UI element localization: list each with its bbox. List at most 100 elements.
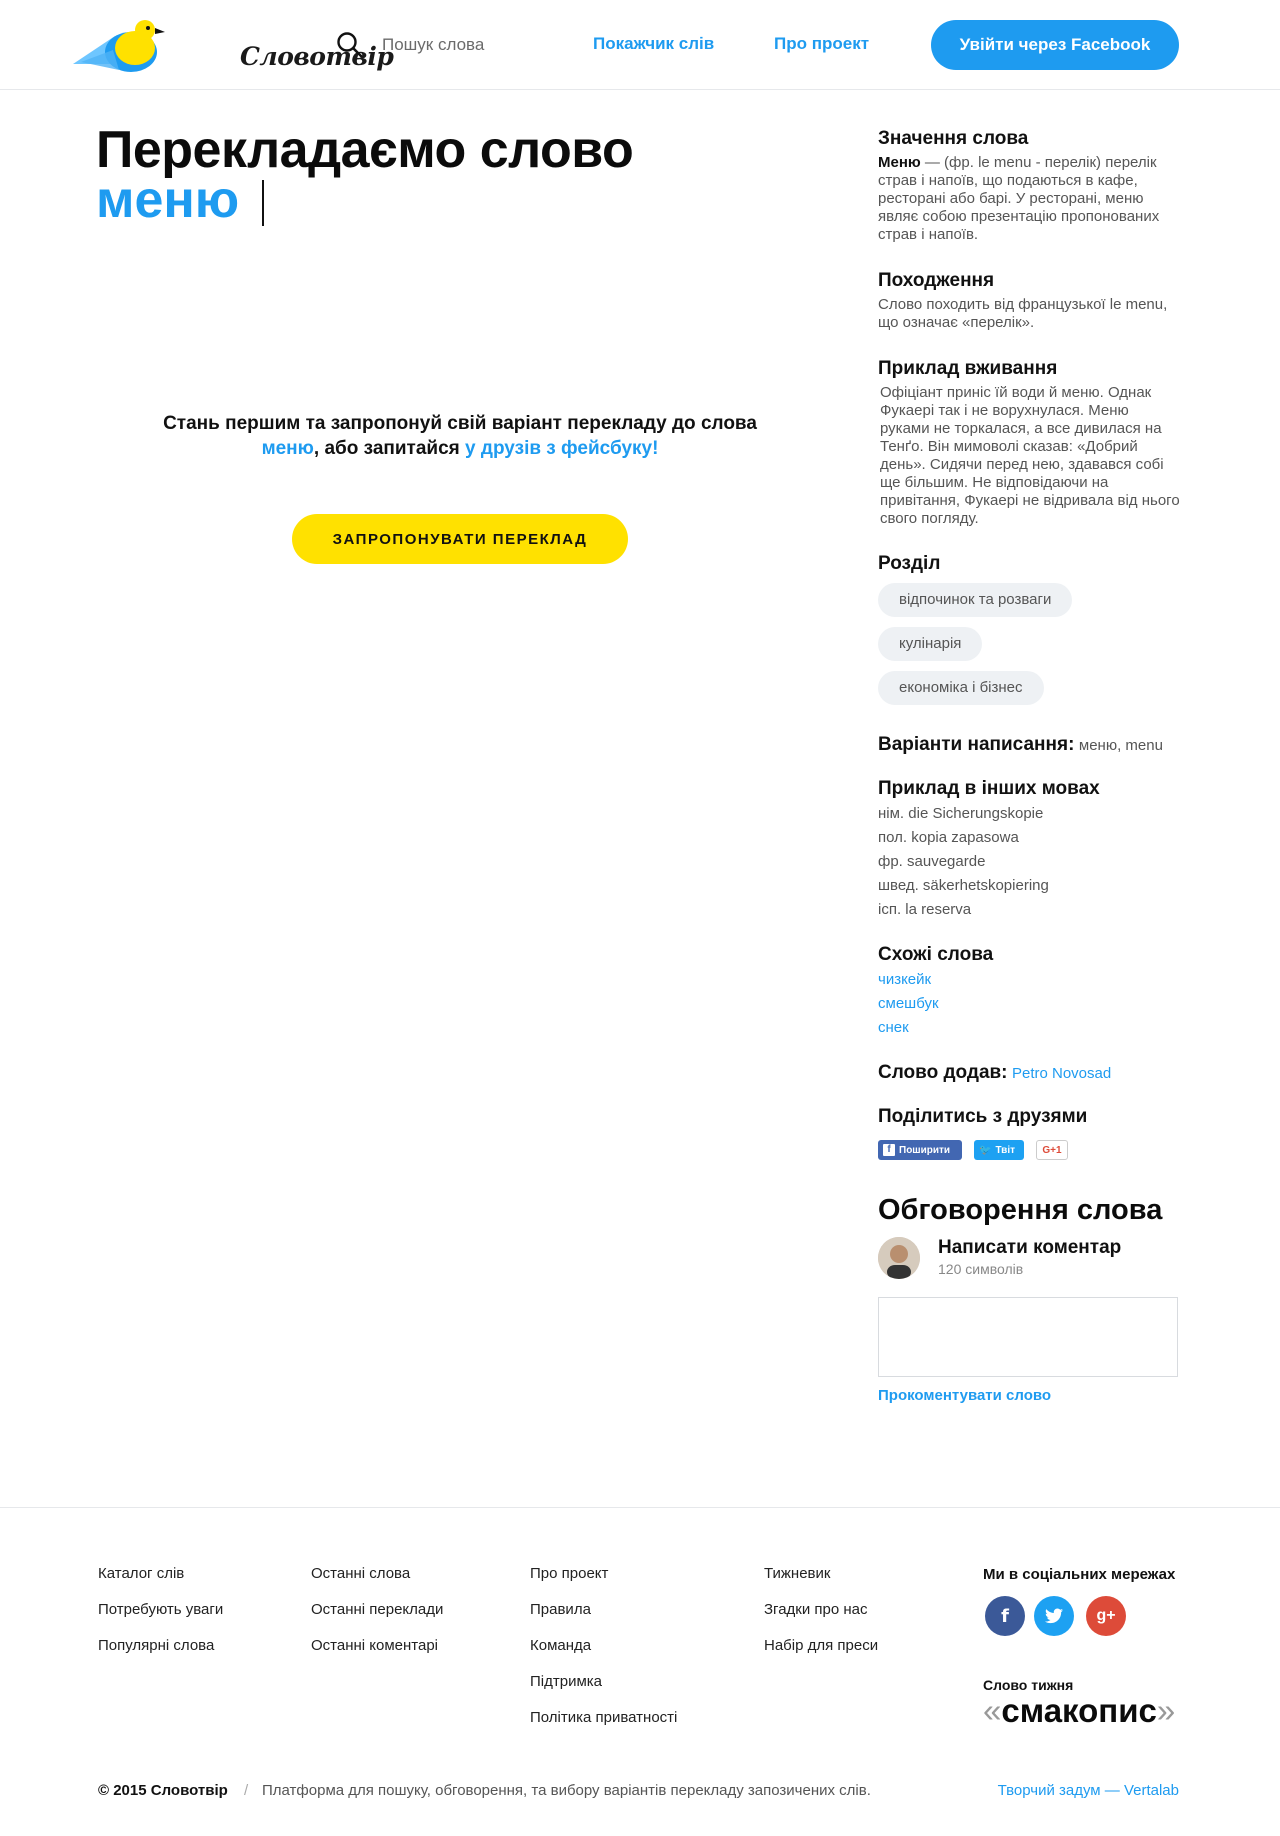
footer-link[interactable]: Останні коментарі: [311, 1637, 443, 1655]
twitter-social-link[interactable]: [1034, 1596, 1074, 1636]
site-header: Словотвір Покажчик слів Про проект Увійт…: [0, 0, 1280, 90]
twitter-icon: [1045, 1608, 1063, 1624]
nav-about-project[interactable]: Про проект: [774, 34, 869, 54]
text-caret: [262, 180, 264, 226]
discussion-section: Обговорення слова Написати коментар 120 …: [878, 1194, 1180, 1404]
nav-word-index[interactable]: Покажчик слів: [593, 34, 714, 54]
footer-link[interactable]: Підтримка: [530, 1673, 677, 1691]
twitter-share-button[interactable]: 🐦 Твіт: [974, 1140, 1024, 1160]
other-languages-section: Приклад в інших мовах нім. die Sicherung…: [878, 778, 1180, 922]
cta-text-part2: , або запитайся: [313, 438, 466, 459]
facebook-share-button[interactable]: f Поширити: [878, 1140, 962, 1160]
tag-cooking[interactable]: кулінарія: [878, 627, 983, 661]
footer-link[interactable]: Останні переклади: [311, 1601, 443, 1619]
cta-word-link[interactable]: меню: [262, 438, 314, 459]
language-example: швед. säkerhetskopiering: [878, 877, 1049, 894]
facebook-icon: f: [883, 1144, 895, 1156]
site-footer: Каталог слів Потребують уваги Популярні …: [0, 1507, 1280, 1836]
search-input[interactable]: [382, 35, 582, 55]
usage-heading: Приклад вживання: [878, 358, 1058, 379]
language-example: нім. die Sicherungskopie: [878, 805, 1044, 822]
footer-column-project: Про проект Правила Команда Підтримка Пол…: [530, 1565, 677, 1745]
facebook-social-link[interactable]: f: [985, 1596, 1025, 1636]
added-by-section: Слово додав: Petro Novosad: [878, 1062, 1180, 1086]
footer-separator: /: [244, 1782, 249, 1799]
usage-text: Офіціант приніс їй води й меню. Однак Фу…: [880, 384, 1180, 527]
bird-logo-icon: [73, 20, 165, 72]
search-bar: [336, 30, 582, 60]
avatar: [878, 1237, 920, 1279]
logo-link[interactable]: Словотвір: [73, 14, 394, 78]
tag-leisure[interactable]: відпочинок та розваги: [878, 583, 1073, 617]
footer-column-latest: Останні слова Останні переклади Останні …: [311, 1565, 443, 1673]
footer-link[interactable]: Згадки про нас: [764, 1601, 878, 1619]
facebook-share-label: Поширити: [899, 1144, 951, 1156]
language-example: фр. sauvegarde: [878, 853, 986, 870]
footer-link[interactable]: Популярні слова: [98, 1637, 223, 1655]
translated-word: меню: [96, 171, 240, 229]
meaning-text: Меню — (фр. le menu - перелік) перелік с…: [878, 154, 1180, 244]
footer-link[interactable]: Про проект: [530, 1565, 677, 1583]
copyright: © 2015 Словотвір: [98, 1782, 228, 1799]
call-to-action-text: Стань першим та запропонуй свій варіант …: [140, 411, 780, 461]
meaning-heading: Значення слова: [878, 128, 1029, 149]
added-by-heading: Слово додав:: [878, 1062, 1008, 1083]
user-avatar-icon: [878, 1237, 920, 1279]
footer-link[interactable]: Останні слова: [311, 1565, 443, 1583]
tag-economics[interactable]: економіка і бізнес: [878, 671, 1044, 705]
similar-word-link[interactable]: чизкейк: [878, 968, 1180, 992]
close-quote: »: [1156, 1692, 1176, 1729]
platform-description: Платформа для пошуку, обговорення, та ви…: [262, 1782, 871, 1799]
origin-section: Походження Слово походить від французько…: [878, 270, 1180, 332]
other-languages-heading: Приклад в інших мовах: [878, 778, 1100, 799]
section-tags: Розділ відпочинок та розваги кулінарія е…: [878, 553, 1180, 705]
variants-heading: Варіанти написання:: [878, 734, 1075, 755]
section-heading: Розділ: [878, 553, 941, 574]
share-heading: Поділитись з друзями: [878, 1106, 1088, 1127]
word-of-week-heading: Слово тижня: [983, 1677, 1074, 1693]
variants-section: Варіанти написання: меню, menu: [878, 734, 1180, 756]
footer-column-catalog: Каталог слів Потребують уваги Популярні …: [98, 1565, 223, 1673]
cta-text-part1: Стань першим та запропонуй свій варіант …: [163, 413, 757, 434]
origin-text: Слово походить від французької le menu, …: [878, 296, 1168, 331]
google-plus-icon: g+: [1096, 1607, 1116, 1624]
author-link[interactable]: Petro Novosad: [1012, 1065, 1111, 1082]
similar-word-link[interactable]: снек: [878, 1016, 1180, 1040]
similar-words-heading: Схожі слова: [878, 944, 994, 965]
footer-link[interactable]: Політика приватності: [530, 1709, 677, 1727]
variants-text: меню, menu: [1078, 737, 1163, 754]
word-of-week-link[interactable]: «смакопис»: [983, 1692, 1175, 1730]
comment-textarea[interactable]: [878, 1297, 1178, 1377]
meaning-definition: — (фр. le menu - перелік) перелік страв …: [878, 154, 1160, 243]
word-of-week: смакопис: [1001, 1692, 1157, 1729]
google-plus-share-button[interactable]: G+1: [1036, 1140, 1068, 1160]
submit-comment-link[interactable]: Прокоментувати слово: [878, 1387, 1180, 1404]
footer-link[interactable]: Правила: [530, 1601, 677, 1619]
footer-link[interactable]: Тижневик: [764, 1565, 878, 1583]
discussion-heading: Обговорення слова: [878, 1194, 1163, 1226]
ask-friends-link[interactable]: у друзів з фейсбуку!: [465, 438, 658, 459]
footer-link[interactable]: Набір для преси: [764, 1637, 878, 1655]
usage-section: Приклад вживання Офіціант приніс їй води…: [878, 358, 1180, 528]
open-quote: «: [983, 1692, 1002, 1729]
search-icon[interactable]: [336, 31, 364, 59]
credit-link[interactable]: Творчий задум — Vertalab: [998, 1782, 1179, 1799]
twitter-icon: 🐦: [979, 1144, 992, 1156]
meaning-section: Значення слова Меню — (фр. le menu - пер…: [878, 128, 1180, 244]
google-plus-social-link[interactable]: g+: [1086, 1596, 1126, 1636]
write-comment-label: Написати коментар: [938, 1237, 1122, 1258]
twitter-share-label: Твіт: [995, 1144, 1016, 1156]
origin-heading: Походження: [878, 270, 995, 291]
char-count: 120 символів: [938, 1261, 1024, 1277]
facebook-icon: f: [1001, 1605, 1009, 1627]
footer-column-press: Тижневик Згадки про нас Набір для преси: [764, 1565, 878, 1673]
meaning-word: Меню: [878, 154, 921, 171]
suggest-translation-button[interactable]: ЗАПРОПОНУВАТИ ПЕРЕКЛАД: [292, 514, 628, 564]
footer-link[interactable]: Потребують уваги: [98, 1601, 223, 1619]
footer-link[interactable]: Каталог слів: [98, 1565, 223, 1583]
facebook-login-button[interactable]: Увійти через Facebook: [931, 20, 1179, 70]
footer-link[interactable]: Команда: [530, 1637, 677, 1655]
language-example: ісп. la reserva: [878, 901, 972, 918]
similar-words-section: Схожі слова чизкейк смешбук снек: [878, 944, 1180, 1040]
similar-word-link[interactable]: смешбук: [878, 992, 1180, 1016]
